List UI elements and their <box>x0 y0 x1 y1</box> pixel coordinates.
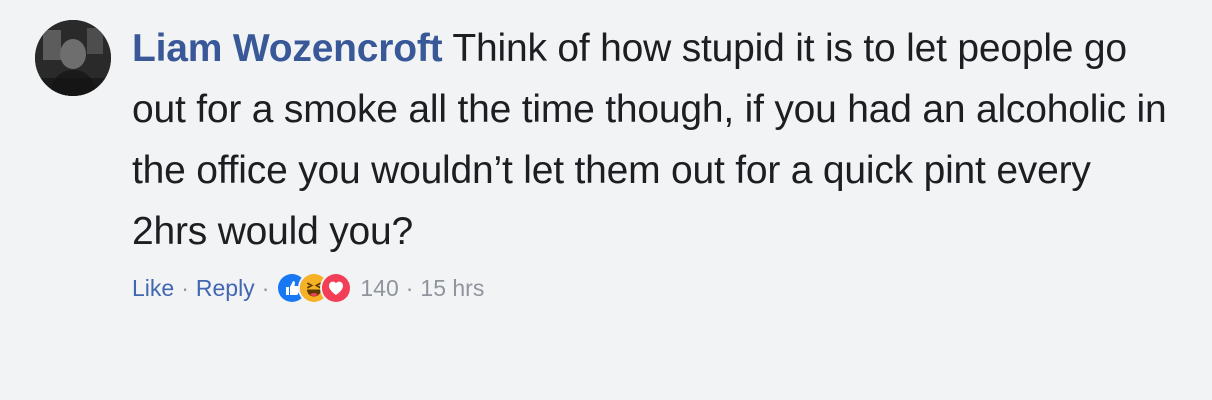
comment-body: Liam Wozencroft Think of how stupid it i… <box>132 18 1172 304</box>
separator: · <box>405 274 414 301</box>
reactions-summary[interactable] <box>276 272 353 304</box>
avatar-photo <box>35 20 111 96</box>
reaction-count[interactable]: 140 <box>360 275 398 302</box>
comment-text-block: Liam Wozencroft Think of how stupid it i… <box>132 18 1172 262</box>
comment-actions: Like · Reply · 140 · 15 hrs <box>132 272 1172 304</box>
timestamp[interactable]: 15 hrs <box>420 275 484 302</box>
reply-link[interactable]: Reply <box>196 275 255 302</box>
author-name[interactable]: Liam Wozencroft <box>132 27 443 70</box>
love-icon <box>320 272 353 304</box>
separator: · <box>261 274 270 301</box>
separator: · <box>181 274 189 301</box>
comment: Liam Wozencroft Think of how stupid it i… <box>35 18 1185 388</box>
like-link[interactable]: Like <box>132 275 174 302</box>
avatar[interactable] <box>35 20 111 96</box>
